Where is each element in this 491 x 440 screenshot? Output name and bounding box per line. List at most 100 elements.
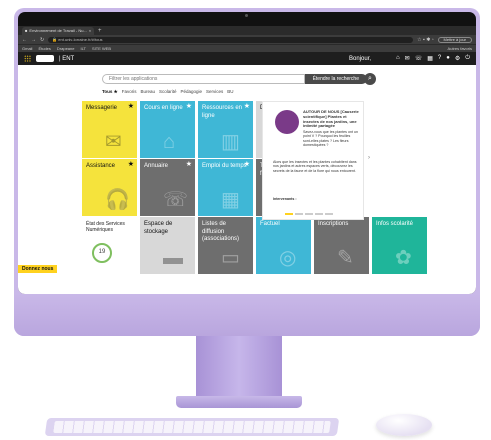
calendar-icon[interactable]: ▦: [427, 55, 433, 62]
favorite-star-icon[interactable]: ★: [128, 103, 134, 112]
app-tile-listes-de-diffusion-associations[interactable]: Listes de diffusion (associations) ▭: [198, 217, 253, 274]
address-bar[interactable]: 🔒 ent.univ-lorraine.fr/#/tous: [48, 36, 414, 43]
favorite-star-icon[interactable]: ★: [186, 161, 192, 170]
app-tile-espace-de-stockage[interactable]: Espace de stockage ▬: [140, 217, 195, 274]
tile-illustration-icon: ▥: [221, 131, 240, 153]
mail-icon[interactable]: ✉: [405, 55, 410, 62]
tile-illustration-icon: ◎: [279, 247, 297, 269]
services-status-label: État des Services Numériques: [86, 221, 125, 234]
services-status-gauge: 19: [92, 243, 112, 263]
reload-icon[interactable]: ↻: [40, 37, 44, 43]
browser-tabbar: ■ Environnement de Travail - Nu... × +: [18, 26, 476, 35]
app-tile-label: Annuaire: [144, 163, 169, 169]
tile-illustration-icon: ▭: [221, 247, 240, 269]
university-logo[interactable]: [36, 55, 54, 62]
app-tile-inscriptions[interactable]: Inscriptions ✎: [314, 217, 369, 274]
ent-header: | ENT Bonjour, ⌂ ✉ ☏ ▦ ? ● ⚙ ⏻: [18, 52, 476, 65]
monitor: ■ Environnement de Travail - Nu... × + ←…: [14, 8, 480, 336]
app-tile-messagerie[interactable]: Messagerie ★ ✉: [82, 101, 137, 158]
tile-illustration-icon: ✉: [105, 131, 122, 153]
bookmark-gmail[interactable]: Gmail: [22, 46, 32, 51]
browser-toolbar: ← → ↻ 🔒 ent.univ-lorraine.fr/#/tous ☆ ▪ …: [18, 35, 476, 44]
settings-icon[interactable]: ⚙: [455, 55, 460, 62]
app-tile-label: Assistance: [86, 163, 116, 169]
bookmark-etudes[interactable]: Études: [38, 46, 50, 51]
search-input[interactable]: [102, 74, 305, 84]
close-icon[interactable]: ×: [89, 28, 91, 33]
favorite-star-icon[interactable]: ★: [128, 161, 134, 170]
keyboard-keys: [53, 421, 331, 433]
forward-icon[interactable]: →: [31, 37, 36, 43]
app-tile-infos-scolarité[interactable]: Infos scolarité ✿: [372, 217, 427, 274]
carousel-dot[interactable]: [325, 213, 333, 215]
filter-tous[interactable]: Tous ★: [102, 89, 118, 95]
help-icon[interactable]: ?: [438, 55, 441, 62]
news-speakers: Intervenants :: [273, 197, 297, 201]
extend-search-button[interactable]: Étendre la recherche: [304, 74, 367, 84]
app-tile-ressources-en-ligne[interactable]: Ressources en ligne ★ ▥: [198, 101, 253, 158]
app-tile-label: Ressources en ligne: [202, 105, 243, 119]
carousel-dot[interactable]: [315, 213, 323, 215]
home-icon[interactable]: ⌂: [396, 55, 400, 62]
favorite-star-icon[interactable]: ★: [244, 161, 250, 170]
favorite-star-icon[interactable]: ★: [186, 103, 192, 112]
extensions-icon[interactable]: ☆ ▪ ✱ ▫: [417, 37, 433, 43]
app-tile-label: Inscriptions: [318, 221, 349, 227]
apps-grid-icon[interactable]: [24, 55, 31, 62]
tile-illustration-icon: ☏: [163, 189, 189, 211]
new-tab-icon[interactable]: +: [98, 28, 102, 34]
app-tile-cours-en-ligne[interactable]: Cours en ligne ★ ⌂: [140, 101, 195, 158]
tab-title: Environnement de Travail - Nu...: [29, 28, 87, 33]
tile-illustration-icon: ▦: [221, 189, 240, 211]
search-icon[interactable]: ⌕: [364, 73, 376, 85]
app-tile-assistance[interactable]: Assistance ★ 🎧: [82, 159, 137, 216]
filter-tabs: Tous ★ Favoris Bureau Scolarité Pédagogi…: [102, 89, 234, 95]
favorite-star-icon[interactable]: ★: [244, 103, 250, 112]
user-icon[interactable]: ●: [446, 55, 450, 62]
camera-dot: [245, 14, 248, 17]
imac-mockup: ■ Environnement de Travail - Nu... × + ←…: [0, 0, 491, 440]
monitor-stand: [196, 336, 282, 398]
app-tile-annuaire[interactable]: Annuaire ★ ☏: [140, 159, 195, 216]
filter-bureau[interactable]: Bureau: [140, 89, 155, 95]
carousel-dot[interactable]: [285, 213, 293, 215]
app-tile-label: Espace de stockage: [144, 221, 173, 235]
phone-icon[interactable]: ☏: [415, 55, 423, 62]
app-tile-emploi-du-temps[interactable]: Emploi du temps ★ ▦: [198, 159, 253, 216]
bookmark-ilt[interactable]: ILT: [80, 46, 85, 51]
filter-bu[interactable]: BU: [227, 89, 233, 95]
filter-services[interactable]: Services: [206, 89, 223, 95]
bookmark-site-web[interactable]: SITE WEB: [92, 46, 111, 51]
bookmark-other[interactable]: Autres favoris: [448, 46, 472, 51]
tile-illustration-icon: 🎧: [105, 189, 130, 211]
carousel-next-icon[interactable]: ›: [368, 155, 370, 161]
tile-illustration-icon: ▬: [163, 247, 183, 269]
url-text: ent.univ-lorraine.fr/#/tous: [58, 37, 103, 42]
carousel-dot[interactable]: [305, 213, 313, 215]
bookmarks-bar: Gmail Études Drapeane ILT SITE WEB Autre…: [18, 44, 476, 52]
app-tile-factuel[interactable]: Factuel ◎: [256, 217, 311, 274]
power-icon[interactable]: ⏻: [465, 55, 470, 62]
news-body: Alors que les insectes et les plantes co…: [273, 160, 357, 173]
carousel-dots: [285, 213, 333, 215]
update-button[interactable]: Mettre à jour: [437, 36, 472, 43]
filter-scolarite[interactable]: Scolarité: [159, 89, 177, 95]
back-icon[interactable]: ←: [22, 37, 27, 43]
news-title[interactable]: AUTOUR DE NOUS [Causerie scientifique] P…: [303, 109, 359, 129]
tile-illustration-icon: ✿: [395, 247, 412, 269]
app-tile-label: Emploi du temps: [202, 163, 247, 169]
app-tile-label: Cours en ligne: [144, 105, 183, 111]
header-icons: ⌂ ✉ ☏ ▦ ? ● ⚙ ⏻: [396, 55, 470, 62]
app-tile-label: Listes de diffusion (associations): [202, 221, 240, 242]
filter-favoris[interactable]: Favoris: [122, 89, 137, 95]
greeting: Bonjour,: [349, 55, 372, 62]
browser-tab[interactable]: ■ Environnement de Travail - Nu... ×: [22, 26, 94, 35]
filter-pedagogie[interactable]: Pédagogie: [181, 89, 203, 95]
bookmark-drapeane[interactable]: Drapeane: [57, 46, 75, 51]
services-status-tile[interactable]: État des Services Numériques 19: [82, 217, 137, 274]
feedback-button[interactable]: Donnez nous: [18, 265, 58, 273]
app-tile-label: Factuel: [260, 221, 280, 227]
screen: ■ Environnement de Travail - Nu... × + ←…: [18, 26, 476, 294]
services-status-value: 19: [98, 249, 106, 256]
carousel-dot[interactable]: [295, 213, 303, 215]
